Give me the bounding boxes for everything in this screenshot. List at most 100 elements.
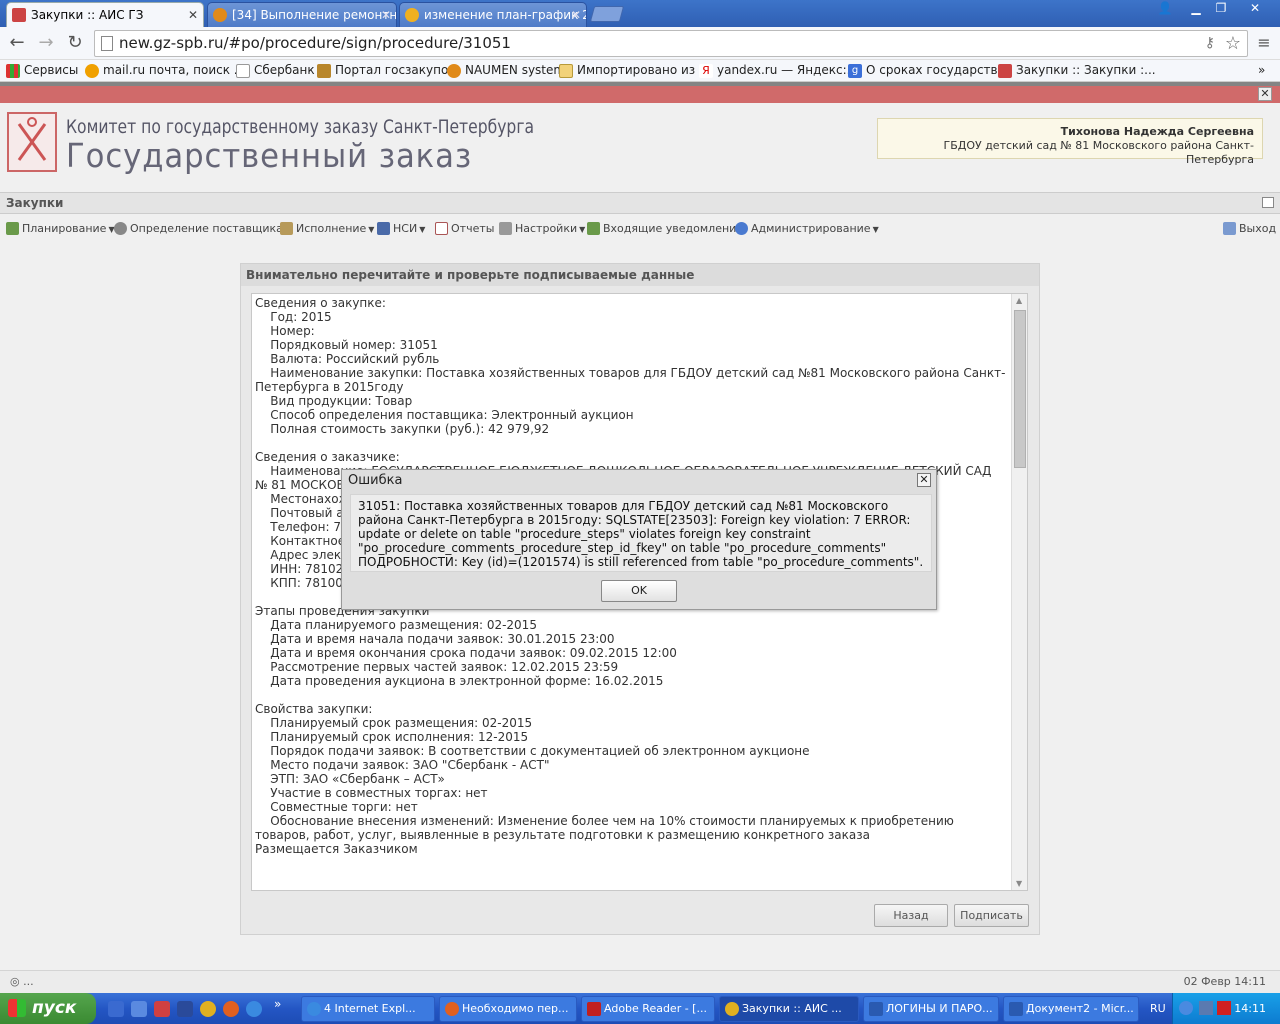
task-chrome-zakupki[interactable]: Закупки :: АИС ... [719, 996, 859, 1022]
scroll-up-icon[interactable]: ▲ [1016, 296, 1022, 305]
task-adobe[interactable]: Adobe Reader - [... [581, 996, 715, 1022]
tab-label: [34] Выполнение ремонтны [232, 8, 397, 22]
more-icon[interactable]: » [274, 997, 286, 1013]
notification-close-icon[interactable]: ✕ [1258, 87, 1272, 101]
quicklaunch-desktop-icon[interactable] [108, 1001, 124, 1017]
page-icon [236, 64, 250, 78]
antivirus-icon[interactable] [1217, 1001, 1231, 1015]
ie-icon[interactable] [246, 1001, 262, 1017]
minimize-icon[interactable]: ▁ [1183, 0, 1209, 18]
tray-expand-icon[interactable] [1179, 1001, 1193, 1015]
task-firefox[interactable]: Необходимо пер... [439, 996, 577, 1022]
reload-icon[interactable]: ↻ [63, 32, 87, 54]
start-button[interactable]: пуск [0, 993, 96, 1024]
menu-notifications[interactable]: Входящие уведомления [587, 222, 743, 235]
tab-naumen[interactable]: [34] Выполнение ремонтны ✕ [207, 2, 397, 27]
user-icon[interactable]: 👤 [1152, 0, 1178, 18]
google-icon: g [848, 64, 862, 78]
bookmark-label: yandex.ru — Яндекс:... [717, 63, 859, 77]
quicklaunch-docs-icon[interactable] [177, 1001, 193, 1017]
menu-administration[interactable]: Администрирование ▼ [735, 222, 879, 235]
menu-supplier[interactable]: Определение поставщика▼ [114, 222, 291, 235]
key-icon[interactable]: ⚷ [1205, 31, 1215, 56]
bookmark-zakupki[interactable]: Закупки :: Закупки :... [998, 63, 1156, 78]
bookmark-sberbank[interactable]: Сбербанк [236, 63, 315, 78]
back-icon[interactable]: ← [5, 32, 29, 54]
notification-bar: ✕ [0, 86, 1280, 103]
close-icon[interactable]: ✕ [188, 3, 198, 27]
menu-reports[interactable]: Отчеты [435, 222, 494, 235]
panel-title: Внимательно перечитайте и проверьте подп… [241, 264, 1039, 286]
page-icon [101, 36, 113, 51]
ok-button[interactable]: OK [601, 580, 677, 602]
bookmark-naumen[interactable]: NAUMEN system [447, 63, 565, 78]
new-tab-button[interactable] [589, 6, 625, 22]
window-close-icon[interactable]: ✕ [1240, 0, 1270, 18]
clock: 14:11 [1234, 1002, 1266, 1015]
network-icon[interactable] [1199, 1001, 1213, 1015]
task-word-doc2[interactable]: Документ2 - Micr... [1003, 996, 1139, 1022]
scrollbar[interactable]: ▲ ▼ [1011, 294, 1027, 890]
yandex-icon: Я [699, 64, 713, 78]
bookmark-imported-ie[interactable]: Импортировано из IE [559, 63, 710, 78]
quicklaunch-app-icon[interactable] [154, 1001, 170, 1017]
close-icon[interactable]: ✕ [381, 3, 391, 27]
bookmark-mailru[interactable]: mail.ru почта, поиск ... [85, 63, 245, 78]
collapse-icon[interactable] [1262, 197, 1274, 208]
back-button[interactable]: Назад [874, 904, 948, 927]
star-icon[interactable]: ☆ [1225, 31, 1241, 56]
bookmark-services[interactable]: Сервисы [6, 63, 79, 78]
quicklaunch-explorer-icon[interactable] [131, 1001, 147, 1017]
logout-link[interactable]: Выход [1223, 222, 1276, 235]
menu-settings[interactable]: Настройки ▼ [499, 222, 585, 235]
adobe-icon [587, 1002, 601, 1016]
error-message: 31051: Поставка хозяйственных товаров дл… [350, 494, 932, 572]
logout-label: Выход [1239, 222, 1277, 235]
language-indicator[interactable]: RU [1150, 1002, 1166, 1015]
firefox-icon [445, 1002, 459, 1016]
chrome-icon[interactable] [200, 1001, 216, 1017]
task-label: ЛОГИНЫ И ПАРО... [886, 1002, 993, 1015]
menu-icon[interactable]: ≡ [1252, 32, 1276, 54]
menu-planning[interactable]: Планирование ▼ [6, 222, 115, 235]
user-icon [735, 222, 748, 235]
gz-icon [998, 64, 1012, 78]
chrome-icon [725, 1002, 739, 1016]
bookmark-label: Сервисы [24, 63, 79, 77]
address-bar[interactable]: new.gz-spb.ru/#po/procedure/sign/procedu… [94, 30, 1248, 57]
task-word-logins[interactable]: ЛОГИНЫ И ПАРО... [863, 996, 999, 1022]
scroll-down-icon[interactable]: ▼ [1016, 879, 1022, 888]
inbox-icon [587, 222, 600, 235]
menu-label: Исполнение [296, 222, 367, 235]
mail-icon [85, 64, 99, 78]
close-icon[interactable]: ✕ [917, 473, 931, 487]
status-left: ◎ ... [10, 975, 34, 988]
close-icon[interactable]: ✕ [571, 3, 581, 27]
tab-plan-grafik[interactable]: изменение план-график 28 ✕ [399, 2, 587, 27]
menu-execution[interactable]: Исполнение ▼ [280, 222, 374, 235]
apps-icon [6, 64, 20, 78]
bookmarks-more[interactable]: » [1258, 63, 1265, 77]
firefox-icon[interactable] [223, 1001, 239, 1017]
mail-icon [405, 8, 419, 22]
section-title-text: Закупки [6, 196, 64, 210]
site-title: Государственный заказ [66, 136, 473, 175]
book-icon [377, 222, 390, 235]
task-ie[interactable]: 4 Internet Expl... [301, 996, 435, 1022]
dialog-title: Ошибка [348, 473, 403, 488]
restore-icon[interactable]: ❐ [1208, 0, 1234, 18]
naumen-icon [447, 64, 461, 78]
forward-icon[interactable]: → [34, 32, 58, 54]
bookmark-o-srokah[interactable]: g О сроках государств... [848, 63, 1009, 78]
bookmark-yandex[interactable]: Яyandex.ru — Яндекс:... [699, 63, 859, 78]
status-date: 02 Февр 14:11 [1183, 975, 1266, 988]
menu-nsi[interactable]: НСИ ▼ [377, 222, 425, 235]
tab-zakupki[interactable]: Закупки :: АИС ГЗ ✕ [6, 2, 204, 27]
scrollbar-thumb[interactable] [1014, 310, 1026, 468]
bookmark-goszakupki[interactable]: Портал госзакупок [317, 63, 456, 78]
naumen-icon [213, 8, 227, 22]
bookmark-label: Закупки :: Закупки :... [1016, 63, 1156, 77]
sign-button[interactable]: Подписать [954, 904, 1029, 927]
browser-tab-strip: Закупки :: АИС ГЗ ✕ [34] Выполнение ремо… [0, 0, 1280, 27]
user-info: Тихонова Надежда Сергеевна ГБДОУ детский… [877, 118, 1263, 166]
